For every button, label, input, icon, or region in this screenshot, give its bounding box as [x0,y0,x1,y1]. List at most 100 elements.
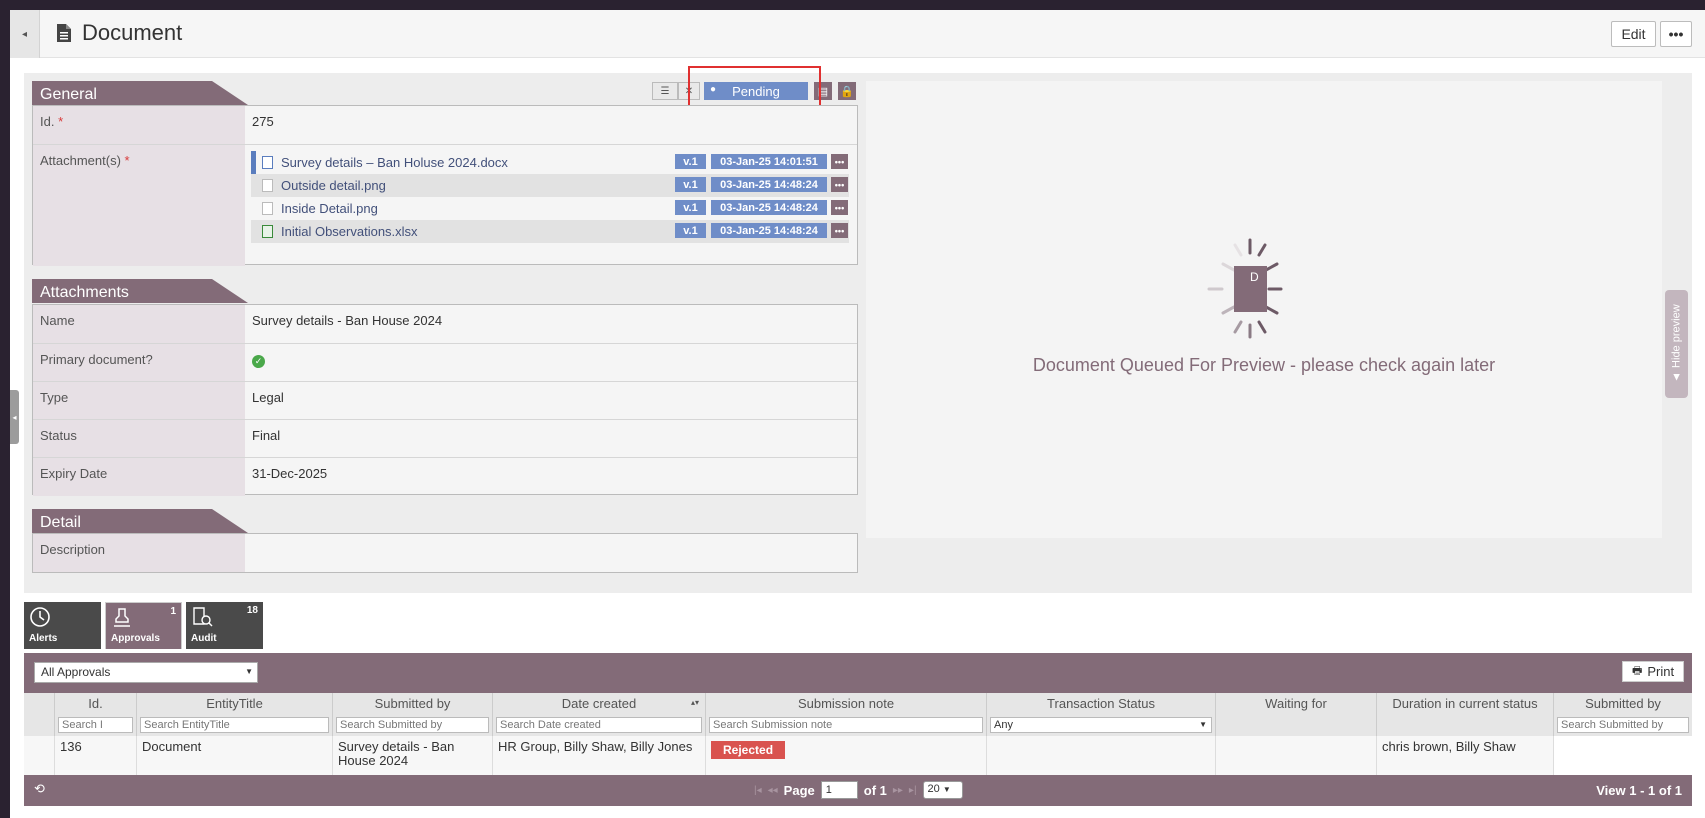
stamp-icon [114,608,130,627]
column-header[interactable]: EntityTitle Search EntityTitle [137,693,333,736]
cell-transaction-status [987,736,1216,775]
hide-preview-button[interactable]: ▲ Hide preview [1665,290,1688,398]
attachment-menu-button[interactable]: ••• [831,154,848,169]
first-page-icon[interactable]: |◂ [754,785,762,796]
version-badge: v.1 [675,177,706,192]
type-value: Legal [252,390,284,405]
grid-header: Id. Search I EntityTitle Search EntityTi… [24,693,1692,736]
list-view-icon[interactable]: ☰ [652,82,678,100]
attachment-name[interactable]: Inside Detail.png [281,201,378,216]
chevron-down-icon: ▼ [1199,720,1207,729]
more-options-button[interactable]: ••• [1660,21,1692,47]
tab-alerts[interactable]: Alerts [24,602,101,649]
page-label: Page [783,782,815,798]
window-top-bar [0,0,1705,10]
primary-value: ✓ [252,352,265,368]
column-header[interactable]: Id. Search I [55,693,137,736]
loading-spinner-icon [1207,238,1283,339]
page-total: of 1 [863,782,887,798]
search-input[interactable]: Search Date created [496,717,702,733]
general-section-title: General [32,81,248,105]
search-input[interactable]: Search Submission note [709,717,983,733]
column-header[interactable]: Submission note Search Submission note [706,693,987,736]
row-selector[interactable] [24,736,55,775]
audit-search-icon [193,607,213,627]
attachment-menu-button[interactable]: ••• [831,223,848,238]
cell-date-created: HR Group, Billy Shaw, Billy Jones [493,736,706,775]
attachment-item[interactable]: Initial Observations.xlsx v.1 03-Jan-25 … [251,220,849,243]
type-label: Type [33,382,245,419]
attachments-label: Attachment(s) * [33,145,245,266]
expiry-value: 31-Dec-2025 [252,466,328,481]
tab-count: 18 [246,605,258,616]
column-header[interactable]: Date created ▴▾ Search Date created [493,693,706,736]
chevron-down-icon: ▼ [245,667,253,676]
edit-button[interactable]: Edit [1611,21,1656,47]
search-input[interactable]: Search Submitted by [1557,717,1689,733]
page-size-select[interactable]: 20 ▼ [922,781,963,799]
search-input[interactable]: Search I [58,717,133,733]
version-badge: v.1 [675,154,706,169]
document-preview-panel: D Document Queued For Preview - please c… [866,81,1662,538]
page-number-input[interactable] [820,781,858,799]
excel-icon [262,225,273,238]
collapse-arrow-icon[interactable]: ◂ [10,10,40,58]
search-input[interactable]: Search Submitted by [336,717,489,733]
description-label: Description [33,534,245,572]
column-header[interactable]: Waiting for [1216,693,1377,736]
file-icon [262,179,273,192]
cell-submission-note: Rejected [706,736,987,775]
id-label: Id. * [33,106,245,144]
cell-id: 136 [55,736,137,775]
tab-label: Alerts [29,633,58,644]
type-row: Type Legal [33,382,857,420]
name-value: Survey details - Ban House 2024 [252,313,443,328]
selected-marker [251,151,256,174]
approvals-filter-select[interactable]: All Approvals ▼ [34,662,258,683]
expiry-label: Expiry Date [33,458,245,496]
last-page-icon[interactable]: ▸| [909,785,917,796]
column-header[interactable]: Duration in current status [1377,693,1554,736]
approvals-grid: All Approvals ▼ 🖶 Print Id. Search I Enti… [24,653,1692,806]
next-page-icon[interactable]: ▸▸ [893,785,903,796]
cell-duration: chris brown, Billy Shaw [1377,736,1554,775]
date-badge: 03-Jan-25 14:48:24 [711,177,827,192]
attachment-menu-button[interactable]: ••• [831,177,848,192]
refresh-icon[interactable]: ⟲ [34,781,45,797]
version-badge: v.1 [675,200,706,215]
document-icon [57,24,71,42]
tab-approvals[interactable]: 1 Approvals [105,602,182,649]
status-filter-select[interactable]: Any ▼ [990,717,1212,733]
column-header[interactable]: Submitted by Search Submitted by [1554,693,1692,736]
print-button[interactable]: 🖶 Print [1622,661,1684,682]
attachment-name[interactable]: Initial Observations.xlsx [281,224,418,239]
attachment-item[interactable]: Outside detail.png v.1 03-Jan-25 14:48:2… [251,174,849,197]
attachment-menu-button[interactable]: ••• [831,200,848,215]
table-row[interactable]: 136 Document Survey details - Ban House … [24,736,1692,775]
id-value: 275 [252,114,274,129]
search-input[interactable]: Search EntityTitle [140,717,329,733]
column-header[interactable]: Transaction Status Any ▼ [987,693,1216,736]
description-row: Description [33,534,857,572]
left-panel-toggle[interactable]: ◂ [10,390,19,444]
sort-icon[interactable]: ▴▾ [691,698,699,707]
attachment-name[interactable]: Survey details – Ban Holuse 2024.docx [281,155,508,170]
tab-audit[interactable]: 18 Audit [186,602,263,649]
attachment-item[interactable]: Inside Detail.png v.1 03-Jan-25 14:48:24… [251,197,849,220]
checkmark-icon: ✓ [252,355,265,368]
file-icon [262,202,273,215]
grid-toolbar: All Approvals ▼ 🖶 Print [24,653,1692,693]
attachment-item[interactable]: Survey details – Ban Holuse 2024.docx v.… [251,151,849,174]
cell-waiting-for [1216,736,1377,775]
printer-icon: 🖶 [1631,665,1643,677]
column-header[interactable]: Submitted by Search Submitted by [333,693,493,736]
preview-message: Document Queued For Preview - please che… [1032,355,1496,375]
prev-page-icon[interactable]: ◂◂ [768,785,778,796]
lock-icon[interactable]: 🔒 [838,82,856,100]
detail-section-body: Description [32,533,858,573]
attachments-section-body: Name Survey details - Ban House 2024 Pri… [32,304,858,496]
cell-entity: Document [137,736,333,775]
expiry-row: Expiry Date 31-Dec-2025 [33,458,857,496]
attachment-name[interactable]: Outside detail.png [281,178,386,193]
name-row: Name Survey details - Ban House 2024 [33,305,857,344]
